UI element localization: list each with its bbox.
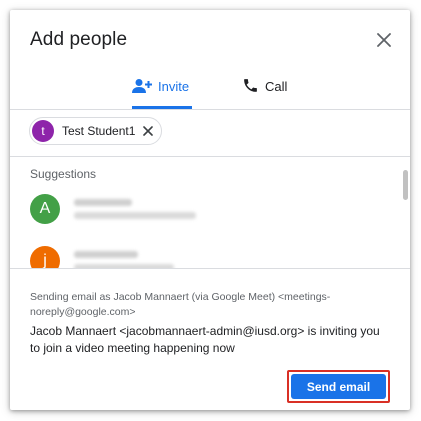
dialog-title: Add people <box>30 29 128 50</box>
tab-call[interactable]: Call <box>242 74 287 109</box>
suggestion-text-blurred <box>74 199 196 219</box>
tab-bar: Invite Call <box>10 74 410 109</box>
send-button-highlight: Send email <box>287 370 390 403</box>
chip-divider <box>10 156 410 157</box>
invite-message: Jacob Mannaert <jacobmannaert-admin@iusd… <box>30 324 380 355</box>
close-icon <box>143 126 154 136</box>
avatar: A <box>30 194 60 224</box>
scrollbar-thumb[interactable] <box>403 170 408 200</box>
close-icon <box>377 33 391 47</box>
person-add-icon <box>132 79 152 93</box>
suggestions-title: Suggestions <box>30 167 97 181</box>
suggestions-list: Suggestions A j <box>10 158 410 268</box>
close-button[interactable] <box>374 30 394 50</box>
send-email-button[interactable]: Send email <box>291 374 386 399</box>
avatar: j <box>30 246 60 268</box>
tabs-divider <box>10 109 410 110</box>
tab-invite[interactable]: Invite <box>132 74 192 109</box>
scrollbar[interactable] <box>402 158 408 268</box>
remove-recipient-button[interactable] <box>141 124 155 138</box>
suggestion-text-blurred <box>74 251 174 268</box>
email-preview: Sending email as Jacob Mannaert (via Goo… <box>30 290 388 357</box>
suggestion-item[interactable]: j <box>30 246 174 268</box>
avatar: t <box>32 120 54 142</box>
add-people-dialog: Add people Invite Call t Test Student1 S… <box>10 10 410 410</box>
sender-line: Sending email as Jacob Mannaert (via Goo… <box>30 291 331 318</box>
suggestion-item[interactable]: A <box>30 194 196 224</box>
phone-icon <box>244 79 257 92</box>
footer-divider <box>10 268 410 269</box>
recipient-chip[interactable]: t Test Student1 <box>29 117 163 145</box>
tab-call-label: Call <box>265 79 288 94</box>
recipient-name: Test Student1 <box>62 124 136 138</box>
tab-invite-label: Invite <box>158 79 190 94</box>
